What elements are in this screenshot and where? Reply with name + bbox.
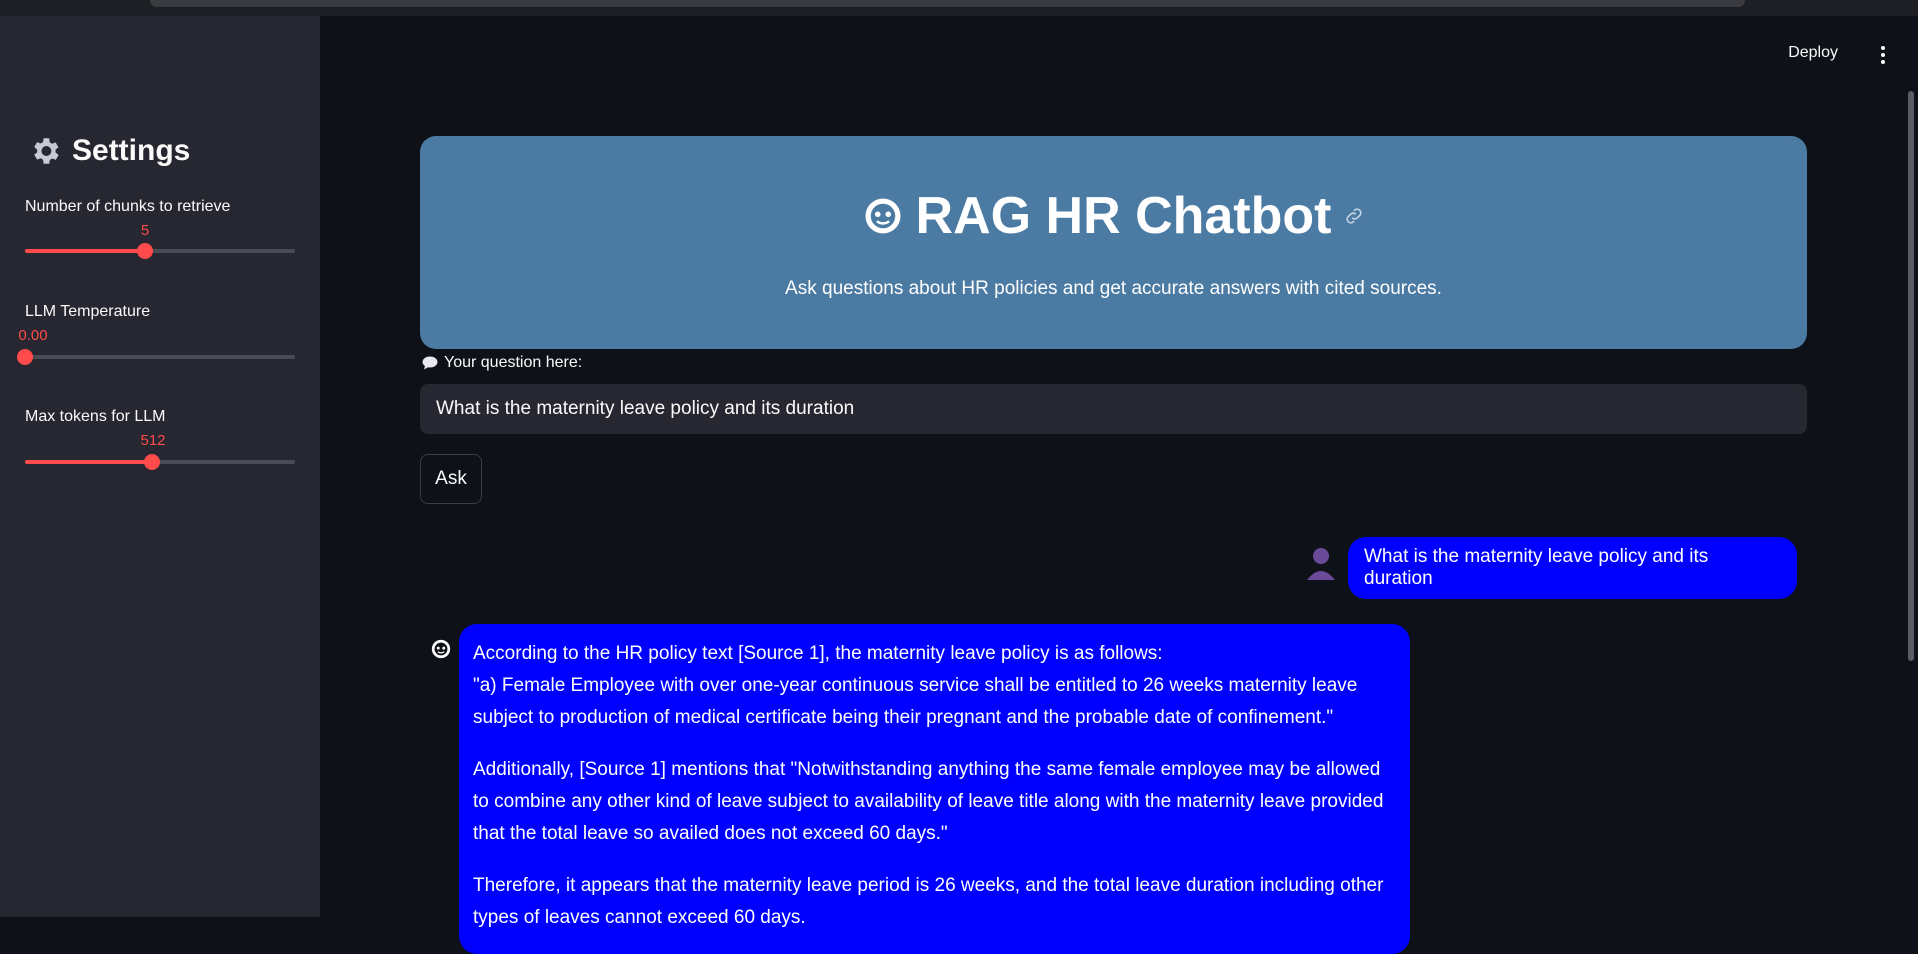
hero-banner: RAG HR Chatbot Ask questions about HR po… bbox=[420, 136, 1807, 349]
question-input[interactable] bbox=[420, 384, 1807, 434]
slider-temperature-track[interactable] bbox=[17, 349, 295, 365]
sidebar-title: Settings bbox=[28, 134, 190, 168]
bot-paragraph: According to the HR policy text [Source … bbox=[473, 638, 1396, 734]
slider-max-tokens-fill bbox=[25, 460, 153, 464]
question-label: Your question here: bbox=[422, 354, 582, 372]
deploy-button[interactable]: Deploy bbox=[1788, 44, 1838, 62]
slider-chunks-fill bbox=[25, 249, 145, 253]
slider-temperature-value: 0.00 bbox=[18, 327, 48, 344]
page-title-text: RAG HR Chatbot bbox=[915, 187, 1332, 245]
bot-paragraph-1-line-2: "a) Female Employee with over one-year c… bbox=[473, 675, 1358, 728]
page-title: RAG HR Chatbot bbox=[420, 186, 1807, 246]
bot-paragraph-1-line-1: According to the HR policy text [Source … bbox=[473, 643, 1163, 664]
browser-address-bar[interactable] bbox=[150, 0, 1745, 7]
question-label-text: Your question here: bbox=[444, 354, 583, 371]
slider-max-tokens[interactable]: Max tokens for LLM 512 bbox=[25, 408, 295, 470]
kebab-menu-icon[interactable] bbox=[1880, 46, 1886, 64]
slider-max-tokens-value: 512 bbox=[140, 432, 166, 449]
user-message-bubble: What is the maternity leave policy and i… bbox=[1348, 537, 1797, 599]
slider-max-tokens-label: Max tokens for LLM bbox=[25, 408, 166, 425]
ask-button[interactable]: Ask bbox=[420, 454, 482, 504]
speech-bubble-icon bbox=[422, 356, 438, 370]
slider-chunks-track[interactable] bbox=[25, 243, 295, 259]
slider-chunks-label: Number of chunks to retrieve bbox=[25, 198, 231, 215]
user-avatar-icon bbox=[1307, 548, 1335, 580]
page-subtitle: Ask questions about HR policies and get … bbox=[785, 278, 1442, 299]
gear-icon bbox=[34, 138, 59, 164]
slider-max-tokens-thumb[interactable] bbox=[144, 454, 161, 470]
slider-temperature-thumb[interactable] bbox=[17, 349, 33, 365]
sidebar: Settings Number of chunks to retrieve 5 … bbox=[0, 16, 320, 917]
bot-message-bubble: According to the HR policy text [Source … bbox=[459, 624, 1410, 954]
slider-chunks[interactable]: Number of chunks to retrieve 5 bbox=[25, 198, 295, 259]
bot-avatar-icon bbox=[431, 639, 451, 659]
slider-max-tokens-track[interactable] bbox=[25, 454, 295, 470]
bot-paragraph-2: Additionally, [Source 1] mentions that "… bbox=[473, 759, 1384, 844]
browser-top-strip bbox=[0, 0, 1918, 16]
slider-temperature-label: LLM Temperature bbox=[25, 303, 151, 320]
sidebar-title-text: Settings bbox=[72, 134, 191, 167]
slider-chunks-thumb[interactable] bbox=[136, 243, 153, 259]
main-scrollbar[interactable] bbox=[1908, 91, 1914, 661]
robot-face-icon bbox=[865, 198, 901, 234]
slider-temperature[interactable]: LLM Temperature 0.00 bbox=[17, 303, 295, 365]
link-icon[interactable] bbox=[1343, 205, 1365, 227]
slider-chunks-value: 5 bbox=[140, 222, 150, 239]
bot-paragraph-3: Therefore, it appears that the maternity… bbox=[473, 875, 1384, 928]
main-content: Deploy RAG HR Chatbot Ask questions abou… bbox=[320, 16, 1918, 954]
